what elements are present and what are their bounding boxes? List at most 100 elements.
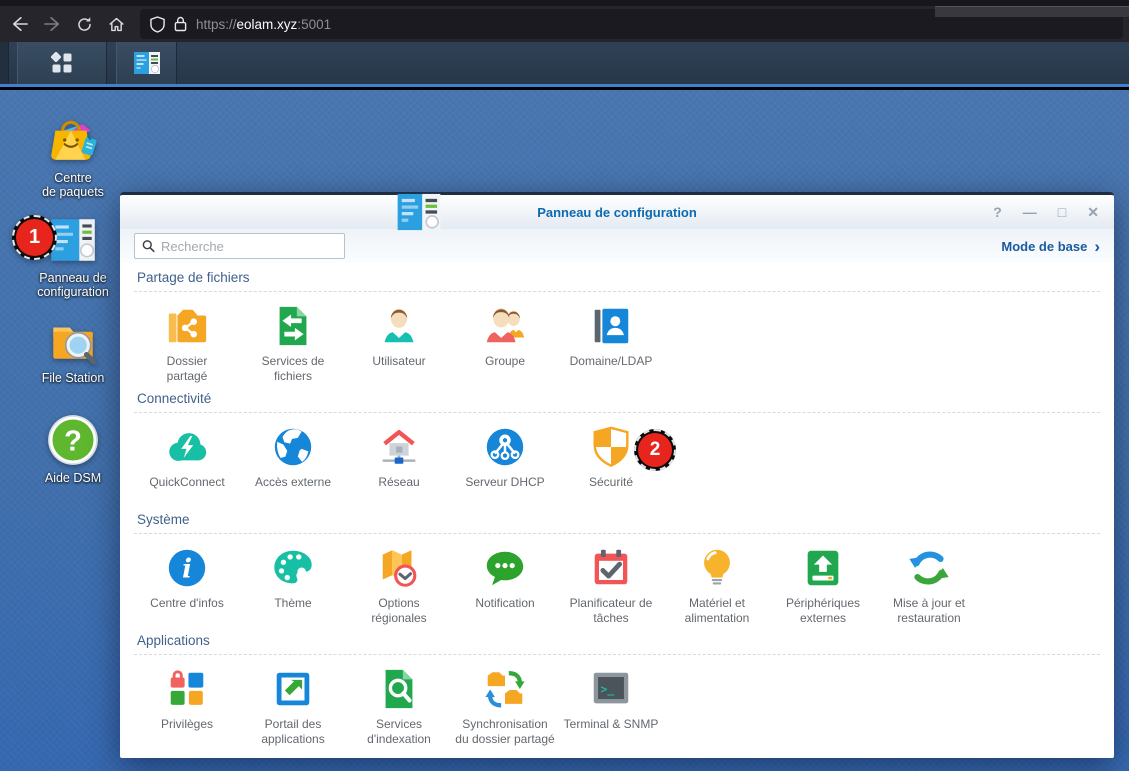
app-item-label: Réseau — [378, 475, 420, 489]
app-item-label: Sécurité — [588, 475, 634, 489]
app-item-task-scheduler[interactable]: Planificateur de tâches — [558, 545, 664, 626]
app-item-label: Services d'indexation — [367, 717, 431, 746]
section-divider — [134, 654, 1100, 655]
app-item-external-access[interactable]: Accès externe — [240, 424, 346, 505]
update-restore-icon — [906, 545, 952, 591]
app-item-group[interactable]: Groupe — [452, 303, 558, 384]
reload-button[interactable] — [68, 9, 100, 39]
app-grid: i Centre d'infos Thème Options régionales… — [134, 545, 1100, 626]
basic-mode-label: Mode de base — [1001, 238, 1088, 254]
app-item-quickconnect[interactable]: QuickConnect — [134, 424, 240, 505]
app-item-update-restore[interactable]: Mise à jour et restauration — [876, 545, 982, 626]
app-grid: Dossier partagé Services de fichiers Utili… — [134, 303, 1100, 384]
section: Système i Centre d'infos Thème Options ré… — [134, 505, 1100, 626]
user-icon — [376, 303, 422, 349]
browser-toolbar: https://eolam.xyz:5001 — [0, 0, 1129, 42]
section: Connectivité QuickConnect Accès externe … — [134, 384, 1100, 505]
section-divider — [134, 291, 1100, 292]
section-title: Système — [137, 512, 190, 527]
file-services-icon — [270, 303, 316, 349]
desktop-icon-label: Aide DSM — [44, 471, 102, 485]
basic-mode-link[interactable]: Mode de base › — [1001, 238, 1100, 255]
shared-folder-sync-icon — [482, 666, 528, 712]
notification-icon — [482, 545, 528, 591]
app-item-dhcp-server[interactable]: Serveur DHCP — [452, 424, 558, 505]
app-item-label: Centre d'infos — [150, 596, 224, 610]
main-menu-icon — [49, 50, 75, 76]
section: Applications Privilèges Portail des appli… — [134, 626, 1100, 747]
back-button[interactable] — [4, 9, 36, 39]
section-divider — [134, 533, 1100, 534]
desktop-item-dsm-help[interactable]: ? Aide DSM — [23, 413, 123, 485]
app-item-theme[interactable]: Thème — [240, 545, 346, 626]
search-input[interactable] — [161, 238, 337, 254]
app-item-privileges[interactable]: Privilèges — [134, 666, 240, 747]
app-item-label: Planificateur de tâches — [569, 596, 653, 625]
annotation-marker-1: 1 — [12, 215, 57, 260]
taskbar-control-panel-button[interactable] — [116, 42, 177, 84]
app-item-external-devices[interactable]: Périphériques externes — [770, 545, 876, 626]
quickconnect-icon — [164, 424, 210, 470]
dhcp-server-icon — [482, 424, 528, 470]
app-item-label: Domaine/LDAP — [569, 354, 653, 368]
close-window-button[interactable]: ✕ — [1087, 205, 1099, 219]
app-item-label: Utilisateur — [372, 354, 426, 368]
lock-icon — [174, 16, 187, 32]
url-text: https://eolam.xyz:5001 — [196, 16, 332, 32]
indexing-services-icon — [376, 666, 422, 712]
package-center-icon — [46, 113, 100, 167]
task-scheduler-icon — [588, 545, 634, 591]
app-item-hardware-power[interactable]: Matériel et alimentation — [664, 545, 770, 626]
minimize-window-button[interactable]: — — [1023, 205, 1037, 219]
desktop-item-control-panel[interactable]: 1 Panneau de configuration — [12, 213, 123, 299]
app-item-regional-options[interactable]: Options régionales — [346, 545, 452, 626]
app-item-network[interactable]: Réseau — [346, 424, 452, 505]
external-access-icon — [270, 424, 316, 470]
app-item-label: Dossier partagé — [166, 354, 208, 383]
app-item-file-services[interactable]: Services de fichiers — [240, 303, 346, 384]
app-item-label: Terminal & SNMP — [563, 717, 659, 731]
desktop-item-package-center[interactable]: Centre de paquets — [23, 113, 123, 199]
section-title: Applications — [137, 633, 210, 648]
domain-ldap-icon — [588, 303, 634, 349]
external-devices-icon — [800, 545, 846, 591]
desktop-item-file-station[interactable]: File Station — [23, 313, 123, 385]
app-item-label: QuickConnect — [149, 475, 225, 489]
window-titlebar: Panneau de configuration ? — □ ✕ — [120, 193, 1114, 231]
app-item-shared-folder[interactable]: Dossier partagé — [134, 303, 240, 384]
app-item-user[interactable]: Utilisateur — [346, 303, 452, 384]
annotation-marker-2: 2 — [634, 429, 676, 471]
app-item-indexing-services[interactable]: Services d'indexation — [346, 666, 452, 747]
app-item-security[interactable]: 2 Sécurité — [558, 424, 676, 505]
app-grid: QuickConnect Accès externe Réseau Serveu… — [134, 424, 1100, 505]
app-item-domain-ldap[interactable]: Domaine/LDAP — [558, 303, 664, 384]
app-grid: Privilèges Portail des applications Servi… — [134, 666, 1100, 747]
app-item-terminal-snmp[interactable]: >_ Terminal & SNMP — [558, 666, 664, 747]
app-item-notification[interactable]: Notification — [452, 545, 558, 626]
section-divider — [134, 412, 1100, 413]
privileges-icon — [164, 666, 210, 712]
search-icon — [142, 240, 155, 253]
desktop-icon-label: Centre de paquets — [42, 171, 104, 199]
app-portal-icon — [270, 666, 316, 712]
app-item-app-portal[interactable]: Portail des applications — [240, 666, 346, 747]
app-item-label: Privilèges — [160, 717, 214, 731]
app-item-label: Portail des applications — [261, 717, 325, 746]
app-item-info-center[interactable]: i Centre d'infos — [134, 545, 240, 626]
home-button[interactable] — [100, 9, 132, 39]
app-item-label: Matériel et alimentation — [684, 596, 750, 625]
app-item-shared-folder-sync[interactable]: Synchronisation du dossier partagé — [452, 666, 558, 747]
search-box[interactable] — [134, 233, 345, 259]
desktop-icon-label: File Station — [41, 371, 105, 385]
section-title: Connectivité — [137, 391, 212, 406]
main-menu-button[interactable] — [17, 42, 107, 84]
file-station-icon — [46, 313, 100, 367]
group-icon — [482, 303, 528, 349]
control-panel-mini-icon — [133, 51, 161, 75]
help-window-button[interactable]: ? — [993, 205, 1002, 219]
section: Partage de fichiers Dossier partagé Servi… — [134, 263, 1100, 384]
info-center-icon: i — [164, 545, 210, 591]
forward-button[interactable] — [36, 9, 68, 39]
maximize-window-button[interactable]: □ — [1058, 205, 1066, 219]
desktop: Centre de paquets 1 Panneau de configurati… — [0, 90, 1129, 771]
